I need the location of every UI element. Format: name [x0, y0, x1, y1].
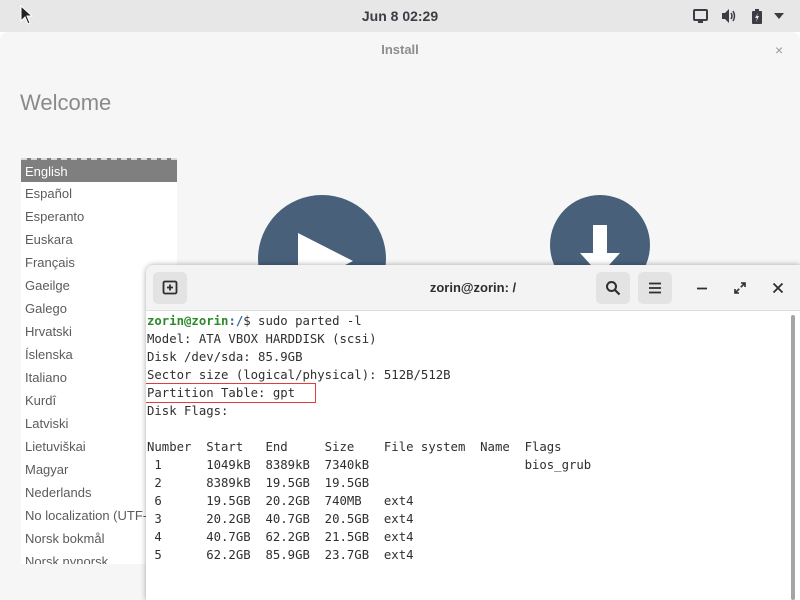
table-row: 6 19.5GB 20.2GB 740MB ext4 — [147, 494, 414, 508]
language-item[interactable]: Esperanto — [21, 205, 177, 228]
search-icon — [606, 281, 621, 296]
language-item[interactable]: Euskara — [21, 228, 177, 251]
volume-icon[interactable] — [721, 9, 737, 23]
table-row: 2 8389kB 19.5GB 19.5GB — [147, 476, 370, 490]
close-icon — [772, 282, 784, 294]
battery-icon[interactable] — [752, 9, 762, 24]
table-header-line: Number Start End Size File system Name F… — [147, 440, 562, 454]
partition-table-highlight-box — [146, 383, 316, 403]
menu-arrow-icon[interactable] — [774, 13, 784, 19]
prompt-path: :/ — [228, 314, 244, 328]
output-line: Model: ATA VBOX HARDDISK (scsi) — [147, 332, 377, 346]
terminal-header-bar[interactable]: zorin@zorin: / — [146, 265, 800, 311]
table-row: 1 1049kB 8389kB 7340kB bios_grub — [147, 458, 592, 472]
terminal-window[interactable]: zorin@zorin: / zorin@zorin:/$ sudo parte… — [146, 265, 800, 600]
language-item[interactable]: English — [21, 158, 177, 182]
output-line: Sector size (logical/physical): 512B/512… — [147, 368, 451, 382]
display-icon[interactable] — [693, 9, 708, 23]
prompt-command: $ sudo parted -l — [243, 314, 362, 328]
maximize-icon — [734, 282, 746, 294]
clock[interactable]: Jun 8 02:29 — [0, 8, 800, 24]
minimize-icon — [697, 287, 707, 290]
output-line: Disk /dev/sda: 85.9GB — [147, 350, 303, 364]
top-bar: Jun 8 02:29 — [0, 0, 800, 32]
maximize-button[interactable] — [723, 272, 757, 304]
language-item[interactable]: Español — [21, 182, 177, 205]
search-button[interactable] — [596, 272, 630, 304]
terminal-output[interactable]: zorin@zorin:/$ sudo parted -l Model: ATA… — [146, 312, 787, 600]
output-line: Disk Flags: — [147, 404, 229, 418]
minimize-button[interactable] — [685, 272, 719, 304]
table-row: 4 40.7GB 62.2GB 21.5GB ext4 — [147, 530, 414, 544]
hamburger-menu-icon — [649, 282, 661, 294]
table-row: 3 20.2GB 40.7GB 20.5GB ext4 — [147, 512, 414, 526]
menu-button[interactable] — [638, 272, 672, 304]
prompt-user: zorin@zorin — [147, 314, 229, 328]
table-row: 5 62.2GB 85.9GB 23.7GB ext4 — [147, 548, 414, 562]
terminal-scrollbar[interactable] — [791, 315, 795, 600]
prompt-line: zorin@zorin:/$ sudo parted -l — [147, 312, 362, 330]
close-button[interactable] — [761, 272, 795, 304]
installer-title: Install — [381, 42, 419, 57]
installer-close-button[interactable]: × — [775, 42, 783, 58]
welcome-heading: Welcome — [20, 90, 112, 115]
